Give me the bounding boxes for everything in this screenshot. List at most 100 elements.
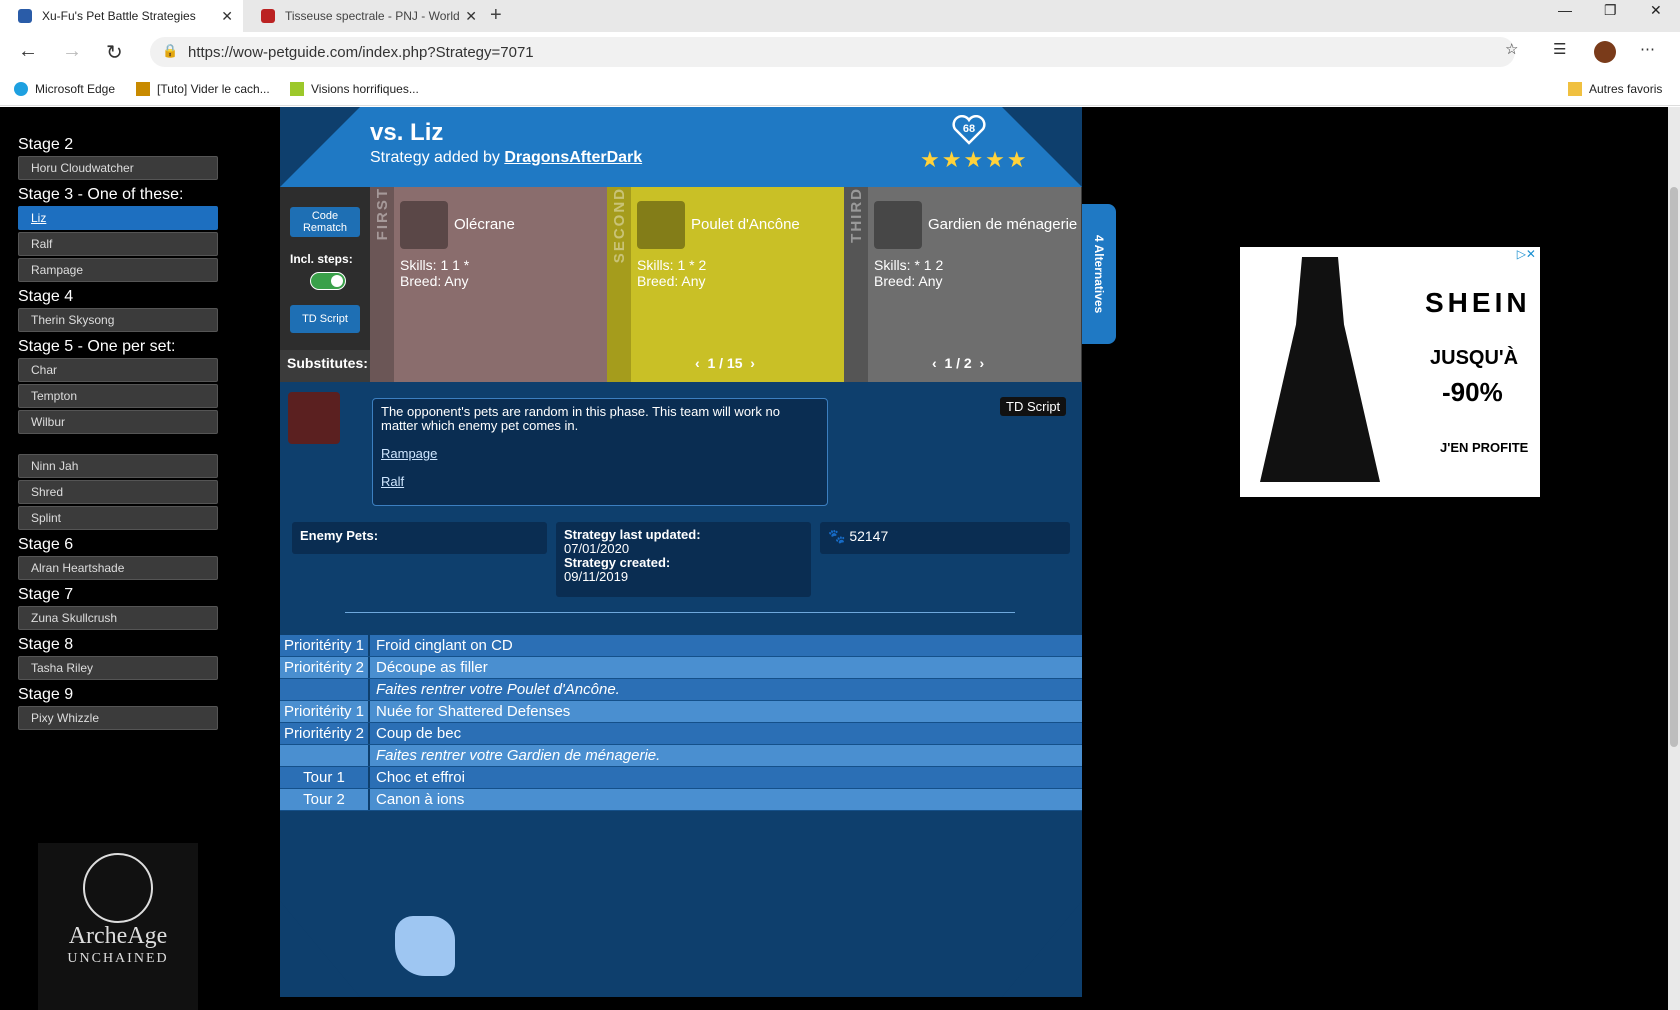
browser-chrome: Xu-Fu's Pet Battle Strategies ✕ Tisseuse… xyxy=(0,0,1680,107)
sidebar-item-wilbur[interactable]: Wilbur xyxy=(18,410,218,434)
tab-wowhead[interactable]: Tisseuse spectrale - PNJ - World ✕ xyxy=(247,0,487,32)
strategy-info: The opponent's pets are random in this p… xyxy=(280,382,1082,635)
minimize-icon[interactable]: — xyxy=(1558,2,1572,18)
back-icon[interactable]: ← xyxy=(18,40,38,63)
archeage-logo-icon xyxy=(83,853,153,923)
close-tab-icon[interactable]: ✕ xyxy=(221,8,233,25)
page-scrollbar[interactable] xyxy=(1668,107,1680,1010)
step-row: Faites rentrer votre Poulet d'Ancône. xyxy=(280,679,1082,701)
sidebar-item-tasha-riley[interactable]: Tasha Riley xyxy=(18,656,218,680)
profile-avatar[interactable] xyxy=(1594,41,1616,63)
expand-divider[interactable] xyxy=(345,612,1015,613)
step-row: Prioritérity 1 Froid cinglant on CD xyxy=(280,635,1082,657)
pet-mascot-icon xyxy=(395,916,455,976)
incl-steps-toggle[interactable] xyxy=(310,272,346,290)
maximize-icon[interactable]: ❐ xyxy=(1604,2,1617,19)
sidebar-item-char[interactable]: Char xyxy=(18,358,218,382)
close-tab-icon[interactable]: ✕ xyxy=(465,8,477,25)
like-heart-icon[interactable]: 68 xyxy=(952,115,986,145)
paw-icon: 🐾 xyxy=(828,528,846,544)
pet-card[interactable]: Olécrane Skills: 1 1 * Breed: Any xyxy=(394,187,607,382)
bookmarks-bar: Microsoft Edge [Tuto] Vider le cach... V… xyxy=(0,72,1680,106)
step-turn: Prioritérity 2 xyxy=(280,657,370,678)
pet-pager[interactable]: ‹ 1 / 15 › xyxy=(695,355,755,371)
slot-label: SECOND xyxy=(607,187,631,382)
pet-card[interactable]: Poulet d'Ancône Skills: 1 * 2 Breed: Any ‹ … xyxy=(631,187,844,382)
pet-name[interactable]: Gardien de ménagerie xyxy=(928,217,1078,233)
favorite-star-icon[interactable]: ☆ xyxy=(1505,40,1518,58)
pager-text: 1 / 2 xyxy=(944,355,972,371)
bookmark-edge[interactable]: Microsoft Edge xyxy=(14,82,115,96)
sidebar-item-tempton[interactable]: Tempton xyxy=(18,384,218,408)
pet-portrait[interactable] xyxy=(637,201,685,249)
next-icon[interactable]: › xyxy=(979,355,984,371)
forward-icon[interactable]: → xyxy=(62,40,82,63)
ad-line2: -90% xyxy=(1442,377,1503,407)
sidebar-item-ralf[interactable]: Ralf xyxy=(18,232,218,256)
slot-label-text: FIRST xyxy=(373,187,391,241)
slot-label: THIRD xyxy=(844,187,868,382)
pet-skills: Skills: 1 * 2 Breed: Any xyxy=(637,257,706,289)
sidebar-item-therin-skysong[interactable]: Therin Skysong xyxy=(18,308,218,332)
sidebar-item-zuna-skullcrush[interactable]: Zuna Skullcrush xyxy=(18,606,218,630)
new-tab-button[interactable]: + xyxy=(490,4,502,27)
favorites-icon[interactable]: ☰ xyxy=(1553,40,1566,58)
step-row: Faites rentrer votre Gardien de ménageri… xyxy=(280,745,1082,767)
pet-name[interactable]: Olécrane xyxy=(454,217,604,233)
sidebar-item-horu-cloudwatcher[interactable]: Horu Cloudwatcher xyxy=(18,156,218,180)
code-rematch-button[interactable]: Code Rematch xyxy=(290,207,360,237)
pet-pager[interactable]: ‹ 1 / 2 › xyxy=(932,355,984,371)
archeage-ad[interactable]: ArcheAge UNCHAINED xyxy=(38,843,198,1010)
rating-stars[interactable]: ★★★★★ xyxy=(920,147,1029,173)
bookmark-visions[interactable]: Visions horrifiques... xyxy=(290,82,419,96)
team-row: Code Rematch Incl. steps: TD Script FIRS… xyxy=(280,187,1082,382)
ad-close-icon[interactable]: ▷✕ xyxy=(1517,247,1536,261)
sidebar-item-alran-heartshade[interactable]: Alran Heartshade xyxy=(18,556,218,580)
url-field[interactable]: 🔒 https://wow-petguide.com/index.php?Str… xyxy=(150,37,1515,67)
step-turn: Prioritérity 2 xyxy=(280,723,370,744)
td-script-tag[interactable]: TD Script xyxy=(1000,397,1067,416)
dress-image xyxy=(1260,257,1380,482)
td-script-button[interactable]: TD Script xyxy=(290,305,360,333)
pet-portrait[interactable] xyxy=(400,201,448,249)
prev-icon[interactable]: ‹ xyxy=(695,355,700,371)
sidebar-item-rampage[interactable]: Rampage xyxy=(18,258,218,282)
sidebar-item-splint[interactable]: Splint xyxy=(18,506,218,530)
close-window-icon[interactable]: ✕ xyxy=(1650,2,1662,19)
stage-title: Stage 9 xyxy=(18,686,74,703)
shein-ad[interactable]: SHEIN JUSQU'À -90% J'EN PROFITE ▷✕ xyxy=(1240,247,1540,497)
ad-cta[interactable]: J'EN PROFITE xyxy=(1440,440,1528,455)
address-bar-row: ← → ↻ 🔒 https://wow-petguide.com/index.p… xyxy=(0,32,1680,72)
pet-skills: Skills: 1 1 * Breed: Any xyxy=(400,257,469,289)
stage-title: Stage 5 - One per set: xyxy=(18,338,176,355)
pet-skills-text: Skills: * 1 2 xyxy=(874,257,944,273)
more-icon[interactable]: ⋯ xyxy=(1640,40,1655,58)
prev-icon[interactable]: ‹ xyxy=(932,355,937,371)
pet-portrait[interactable] xyxy=(874,201,922,249)
step-action: Canon à ions xyxy=(376,791,465,808)
stage-title: Stage 4 xyxy=(18,288,74,305)
link-ralf[interactable]: Ralf xyxy=(381,475,819,489)
pet-name[interactable]: Poulet d'Ancône xyxy=(691,217,841,233)
sidebar-item-ninn-jah[interactable]: Ninn Jah xyxy=(18,454,218,478)
strategy-note: The opponent's pets are random in this p… xyxy=(372,398,828,506)
team-controls: Code Rematch Incl. steps: TD Script xyxy=(280,187,370,350)
alternatives-tab[interactable]: 4 Alternatives xyxy=(1082,204,1116,344)
wowhead-favicon-icon xyxy=(261,9,275,23)
next-icon[interactable]: › xyxy=(750,355,755,371)
link-rampage[interactable]: Rampage xyxy=(381,447,819,461)
refresh-icon[interactable]: ↻ xyxy=(106,40,123,65)
strategy-header: vs. Liz Strategy added by DragonsAfterDa… xyxy=(280,107,1082,187)
updated-label: Strategy last updated: xyxy=(564,527,701,542)
pet-card[interactable]: Gardien de ménagerie Skills: * 1 2 Breed: … xyxy=(868,187,1081,382)
step-action: Choc et effroi xyxy=(376,769,465,786)
other-favorites[interactable]: Autres favoris xyxy=(1568,82,1662,96)
author-link[interactable]: DragonsAfterDark xyxy=(504,149,642,166)
tab-xufu[interactable]: Xu-Fu's Pet Battle Strategies ✕ xyxy=(0,0,243,32)
sidebar-item-pixy-whizzle[interactable]: Pixy Whizzle xyxy=(18,706,218,730)
bookmark-tuto[interactable]: [Tuto] Vider le cach... xyxy=(136,82,270,96)
sidebar-item-liz[interactable]: Liz xyxy=(18,206,218,230)
bookmark-icon xyxy=(290,82,304,96)
sidebar-item-shred[interactable]: Shred xyxy=(18,480,218,504)
view-count: 52147 xyxy=(849,528,889,544)
